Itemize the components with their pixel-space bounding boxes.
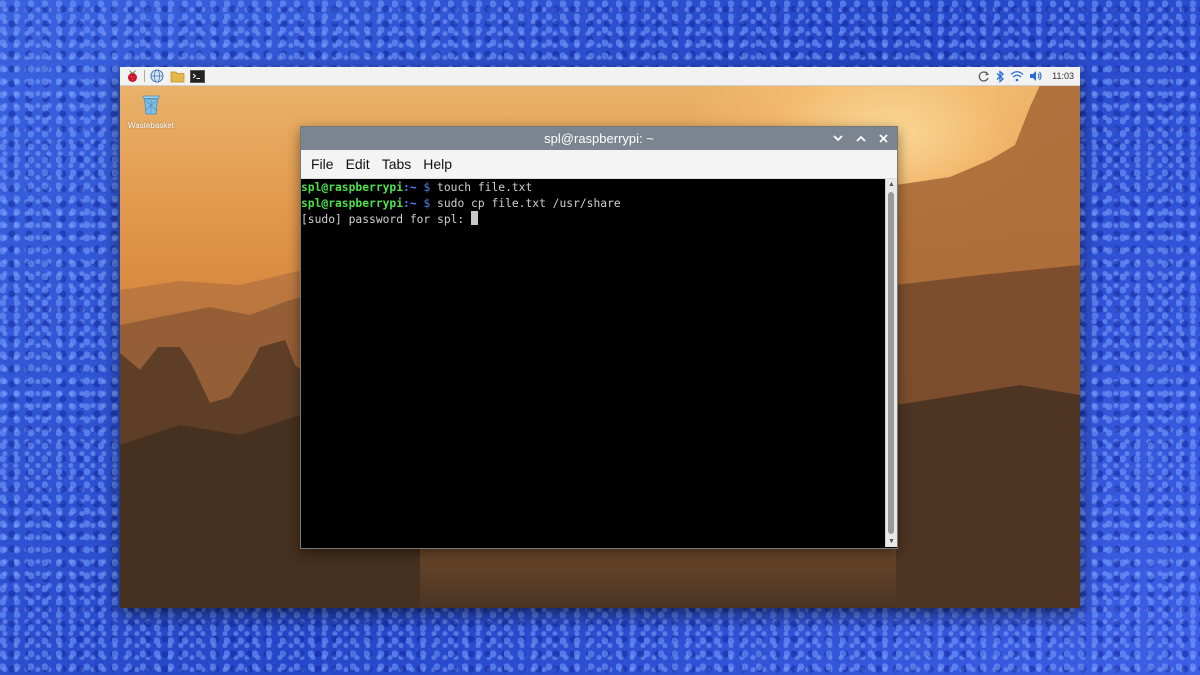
prompt-path: :~ (403, 181, 417, 194)
trash-icon (142, 95, 160, 115)
desktop: 11:03 Wastebasket spl@raspberrypi: ~ Fil… (120, 67, 1080, 608)
wastebasket-label: Wastebasket (128, 121, 174, 130)
menu-edit[interactable]: Edit (340, 156, 376, 172)
taskbar-separator (144, 70, 145, 82)
terminal-scrollbar[interactable]: ▲ ▼ (885, 179, 897, 547)
taskbar-clock[interactable]: 11:03 (1052, 71, 1074, 81)
scroll-down-arrow[interactable]: ▼ (886, 536, 897, 547)
sudo-prompt: [sudo] password for spl: (301, 213, 472, 226)
terminal-titlebar[interactable]: spl@raspberrypi: ~ (301, 127, 897, 150)
terminal-line: [sudo] password for spl: (301, 211, 885, 228)
wastebasket-desktop-icon[interactable]: Wastebasket (126, 93, 176, 130)
globe-icon[interactable] (149, 68, 165, 84)
wifi-icon[interactable] (1010, 70, 1024, 82)
chevron-up-icon (855, 135, 866, 142)
sync-icon[interactable] (977, 70, 990, 83)
prompt-user: spl@raspberrypi (301, 181, 404, 194)
menu-file[interactable]: File (305, 156, 340, 172)
prompt-dollar: $ (416, 181, 431, 194)
raspberry-menu-icon[interactable] (124, 68, 140, 84)
volume-icon[interactable] (1029, 70, 1043, 82)
terminal-line: spl@raspberrypi:~ $ touch file.txt (301, 180, 885, 196)
command-text: touch file.txt (430, 181, 533, 194)
terminal-icon[interactable] (189, 68, 205, 84)
minimize-button[interactable] (830, 131, 845, 146)
close-icon (879, 134, 888, 143)
close-button[interactable] (876, 131, 891, 146)
command-text: sudo cp file.txt /usr/share (430, 196, 621, 210)
bluetooth-icon[interactable] (995, 69, 1005, 83)
taskbar: 11:03 (120, 67, 1080, 86)
menu-help[interactable]: Help (417, 156, 458, 172)
terminal-menubar: File Edit Tabs Help (301, 150, 897, 179)
prompt-path: :~ (403, 196, 417, 210)
chevron-down-icon (832, 135, 843, 142)
scrollbar-thumb[interactable] (888, 192, 894, 534)
prompt-dollar: $ (416, 196, 431, 210)
terminal-output[interactable]: spl@raspberrypi:~ $ touch file.txt spl@r… (301, 179, 885, 547)
window-title: spl@raspberrypi: ~ (544, 131, 654, 146)
window-controls (830, 127, 891, 150)
system-tray: 11:03 (977, 69, 1080, 83)
maximize-button[interactable] (853, 131, 868, 146)
text-cursor (471, 211, 479, 225)
prompt-user: spl@raspberrypi (301, 196, 404, 210)
scroll-up-arrow[interactable]: ▲ (886, 179, 897, 190)
terminal-window: spl@raspberrypi: ~ File Edit Tabs Help s… (300, 126, 898, 549)
folder-icon[interactable] (169, 68, 185, 84)
menu-tabs[interactable]: Tabs (376, 156, 418, 172)
terminal-line: spl@raspberrypi:~ $ sudo cp file.txt /us… (301, 196, 885, 212)
